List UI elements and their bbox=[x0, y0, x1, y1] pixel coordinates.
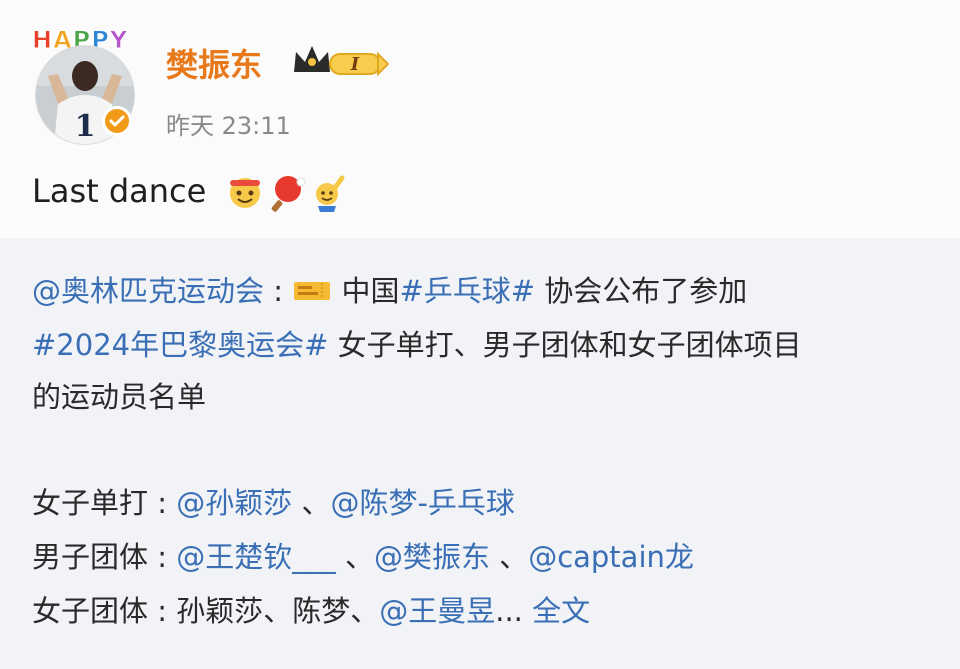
post-header: HAPPY 1 樊振东 I 昨天 23:11 bbox=[0, 0, 960, 160]
vip-level-badge: I bbox=[292, 42, 392, 86]
post-text: Last dance bbox=[32, 172, 207, 210]
mention-fan-zhendong[interactable]: @樊振东 bbox=[374, 540, 490, 574]
repost-line-6: 女子团体 : 孙颖莎、陈梦、@王曼昱... 全文 bbox=[32, 594, 591, 628]
repost-line-5: 男子团体 : @王楚钦___ 、@樊振东 、@captain龙 bbox=[32, 540, 694, 574]
post-timestamp[interactable]: 昨天 23:11 bbox=[166, 106, 291, 141]
mention-wang-manyu[interactable]: @王曼昱 bbox=[379, 594, 495, 628]
mention-wang-chuqin[interactable]: @王楚钦___ bbox=[176, 540, 336, 574]
jersey-number: 1 bbox=[75, 109, 96, 144]
expand-full-text-link[interactable]: 全文 bbox=[523, 594, 590, 628]
ping-pong-emoji-icon bbox=[271, 176, 306, 212]
verified-icon bbox=[102, 106, 132, 136]
repost-line-4: 女子单打 : @孙颖莎 、@陈梦-乒乓球 bbox=[32, 486, 515, 520]
level-number: I bbox=[350, 54, 360, 75]
mention-sun-yingsha[interactable]: @孙颖莎 bbox=[176, 486, 292, 520]
mention-captain-long[interactable]: @captain龙 bbox=[528, 540, 694, 574]
hashtag-paris-olympics[interactable]: #2024年巴黎奥运会# bbox=[32, 328, 328, 362]
cheering-emoji-icon bbox=[316, 175, 345, 212]
repost-line-2: #2024年巴黎奥运会# 女子单打、男子团体和女子团体项目 bbox=[32, 328, 802, 362]
repost-line-3: 的运动员名单 bbox=[32, 380, 207, 414]
mention-olympics[interactable]: @奥林匹克运动会 bbox=[32, 274, 264, 308]
username[interactable]: 樊振东 bbox=[166, 40, 262, 86]
mention-chen-meng[interactable]: @陈梦-乒乓球 bbox=[330, 486, 514, 520]
repost-line-1: @奥林匹克运动会 : 中国#乒乓球# 协会公布了参加 bbox=[32, 274, 748, 308]
hashtag-table-tennis[interactable]: #乒乓球# bbox=[399, 274, 535, 308]
reposted-content[interactable]: @奥林匹克运动会 : 中国#乒乓球# 协会公布了参加 #2024年巴黎奥运会# … bbox=[0, 238, 960, 669]
ticket-icon bbox=[294, 282, 331, 300]
excited-face-emoji-icon bbox=[230, 178, 260, 208]
